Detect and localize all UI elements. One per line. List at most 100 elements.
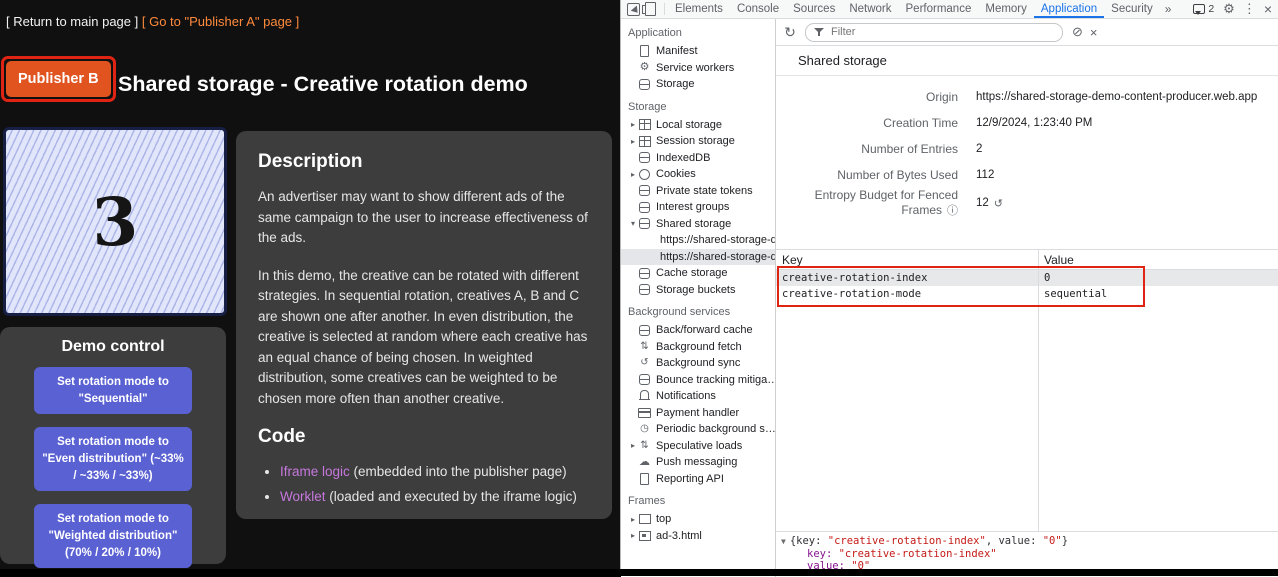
- code-bullet: Iframe logic (embedded into the publishe…: [280, 462, 590, 483]
- chevron-down-icon[interactable]: ▾: [628, 219, 638, 228]
- sidebar-item-label: Periodic background s…: [656, 423, 775, 435]
- delete-all-icon[interactable]: ⊘: [1072, 24, 1083, 40]
- preview-summary-parts: {key: "creative-rotation-index", value: …: [790, 535, 1068, 548]
- sidebar-item-storage-buckets[interactable]: Storage buckets: [621, 282, 775, 299]
- device-toolbar-icon[interactable]: [645, 2, 656, 16]
- chevron-right-icon[interactable]: ▸: [628, 137, 638, 146]
- chevron-right-icon[interactable]: ▸: [628, 441, 638, 450]
- storage-toolbar: ↻ ⊘ ×: [776, 19, 1278, 46]
- tab-security[interactable]: Security: [1104, 0, 1160, 18]
- rotation-mode-button-2[interactable]: Set rotation mode to "Weighted distribut…: [34, 504, 192, 568]
- sidebar-item-ad-3-html[interactable]: ▸ad-3.html: [621, 528, 775, 545]
- sidebar-item-service-workers[interactable]: Service workers: [621, 60, 775, 77]
- table-row-creative-rotation-mode[interactable]: creative-rotation-modesequential: [776, 286, 1278, 302]
- storage-table-header: Key Value: [776, 249, 1278, 270]
- sidebar-item-background-fetch[interactable]: Background fetch: [621, 339, 775, 356]
- sidebar-item-https-shared-storage-d[interactable]: https://shared-storage-d…: [621, 249, 775, 266]
- chevron-right-icon[interactable]: ▸: [628, 531, 638, 540]
- sidebar-item-private-state-tokens[interactable]: Private state tokens: [621, 183, 775, 200]
- sidebar-item-label: Shared storage: [656, 218, 731, 230]
- reset-budget-icon[interactable]: ↺: [994, 197, 1003, 210]
- sidebar-item-back-forward-cache[interactable]: Back/forward cache: [621, 322, 775, 339]
- return-main-page-link[interactable]: [ Return to main page ]: [6, 14, 138, 29]
- column-header-key[interactable]: Key: [776, 253, 1038, 267]
- tab-performance[interactable]: Performance: [899, 0, 979, 18]
- info-icon[interactable]: ⓘ: [947, 205, 958, 217]
- sidebar-item-notifications[interactable]: Notifications: [621, 388, 775, 405]
- code-link-iframe-logic[interactable]: Iframe logic: [280, 464, 350, 479]
- sync-icon: [638, 357, 651, 370]
- column-header-value[interactable]: Value: [1038, 253, 1278, 267]
- sidebar-item-shared-storage[interactable]: ▾ Shared storage: [621, 216, 775, 233]
- sidebar-item-storage[interactable]: Storage: [621, 76, 775, 93]
- sidebar-item-label: Cookies: [656, 168, 696, 180]
- service-workers-icon: [638, 61, 651, 74]
- preview-summary-line: ▼ {key: "creative-rotation-index", value…: [781, 535, 1278, 548]
- rotation-mode-button-1[interactable]: Set rotation mode to "Even distribution"…: [34, 427, 192, 491]
- sidebar-item-reporting-api[interactable]: Reporting API: [621, 471, 775, 488]
- sidebar-item-label: Reporting API: [656, 473, 724, 485]
- sidebar-item-session-storage[interactable]: ▸Session storage: [621, 133, 775, 150]
- sidebar-item-manifest[interactable]: Manifest: [621, 43, 775, 60]
- refresh-icon[interactable]: ↻: [782, 24, 798, 41]
- publisher-page: [ Return to main page ] [ Go to "Publish…: [0, 0, 620, 576]
- close-devtools-icon[interactable]: ×: [1264, 1, 1272, 17]
- sidebar-item-label: Speculative loads: [656, 440, 742, 452]
- database-icon: [638, 201, 651, 214]
- sidebar-item-speculative-loads[interactable]: ▸ Speculative loads: [621, 438, 775, 455]
- tab-elements[interactable]: Elements: [668, 0, 730, 18]
- devtools-main-panel: ↻ ⊘ × Shared storage Originhttps://share…: [776, 19, 1278, 577]
- page-nav: [ Return to main page ] [ Go to "Publish…: [6, 14, 299, 29]
- tabbar-divider: [664, 3, 665, 15]
- preview-token: "0": [1043, 535, 1062, 547]
- tab-network[interactable]: Network: [842, 0, 898, 18]
- code-link-worklet[interactable]: Worklet: [280, 489, 326, 504]
- expand-caret-icon[interactable]: ▼: [781, 535, 786, 548]
- database-icon: [638, 217, 651, 230]
- sidebar-item-cookies[interactable]: ▸ Cookies: [621, 166, 775, 183]
- metadata-label: Origin: [776, 90, 958, 104]
- code-bullet-list: Iframe logic (embedded into the publishe…: [280, 462, 590, 508]
- sidebar-item-local-storage[interactable]: ▸Local storage: [621, 117, 775, 134]
- sidebar-item-push-messaging[interactable]: Push messaging: [621, 454, 775, 471]
- metadata-row-entropy-budget-for-fenced-frames: Entropy Budget for Fenced Framesⓘ12↺: [776, 188, 1278, 218]
- console-messages-button[interactable]: 2: [1193, 3, 1214, 15]
- delete-selected-icon[interactable]: ×: [1090, 25, 1098, 40]
- metadata-row-number-of-entries: Number of Entries2: [776, 136, 1278, 162]
- sidebar-item-label: IndexedDB: [656, 152, 710, 164]
- chevron-right-icon[interactable]: ▸: [628, 170, 638, 179]
- clock-icon: [638, 423, 651, 436]
- metadata-label: Creation Time: [776, 116, 958, 130]
- tab-sources[interactable]: Sources: [786, 0, 842, 18]
- tab-console[interactable]: Console: [730, 0, 786, 18]
- sidebar-item-periodic-background-s[interactable]: Periodic background s…: [621, 421, 775, 438]
- chevron-right-icon[interactable]: ▸: [628, 120, 638, 129]
- sidebar-item-background-sync[interactable]: Background sync: [621, 355, 775, 372]
- sidebar-item-top[interactable]: ▸top: [621, 511, 775, 528]
- chevron-right-icon[interactable]: ▸: [628, 515, 638, 524]
- devtools-body: ApplicationManifestService workersStorag…: [621, 19, 1278, 577]
- sidebar-item-https-shared-storage-d[interactable]: https://shared-storage-d…: [621, 232, 775, 249]
- sidebar-item-cache-storage[interactable]: Cache storage: [621, 265, 775, 282]
- publisher-a-page-link[interactable]: [ Go to "Publisher A" page ]: [142, 14, 299, 29]
- sidebar-item-interest-groups[interactable]: Interest groups: [621, 199, 775, 216]
- frame-icon: [638, 513, 651, 526]
- sidebar-item-label: Storage buckets: [656, 284, 736, 296]
- metadata-value: 12: [976, 197, 989, 209]
- tab-application[interactable]: Application: [1034, 0, 1104, 18]
- preview-property-key: key: "creative-rotation-index": [807, 548, 1278, 560]
- more-options-icon[interactable]: ⋮: [1243, 1, 1256, 17]
- inspect-element-icon[interactable]: [627, 3, 640, 16]
- tab-memory[interactable]: Memory: [978, 0, 1034, 18]
- demo-control-title: Demo control: [0, 327, 226, 356]
- preview-token: {key:: [790, 535, 828, 547]
- table-row-creative-rotation-index[interactable]: creative-rotation-index0: [776, 270, 1278, 286]
- settings-gear-icon[interactable]: ⚙: [1223, 1, 1235, 17]
- sidebar-item-bounce-tracking-mitiga[interactable]: Bounce tracking mitiga…: [621, 372, 775, 389]
- more-tabs-button[interactable]: »: [1160, 2, 1177, 16]
- rotation-mode-button-0[interactable]: Set rotation mode to "Sequential": [34, 367, 192, 414]
- publisher-b-button[interactable]: Publisher B: [6, 61, 111, 97]
- sidebar-item-indexeddb[interactable]: IndexedDB: [621, 150, 775, 167]
- filter-input[interactable]: [829, 25, 1054, 39]
- sidebar-item-payment-handler[interactable]: Payment handler: [621, 405, 775, 422]
